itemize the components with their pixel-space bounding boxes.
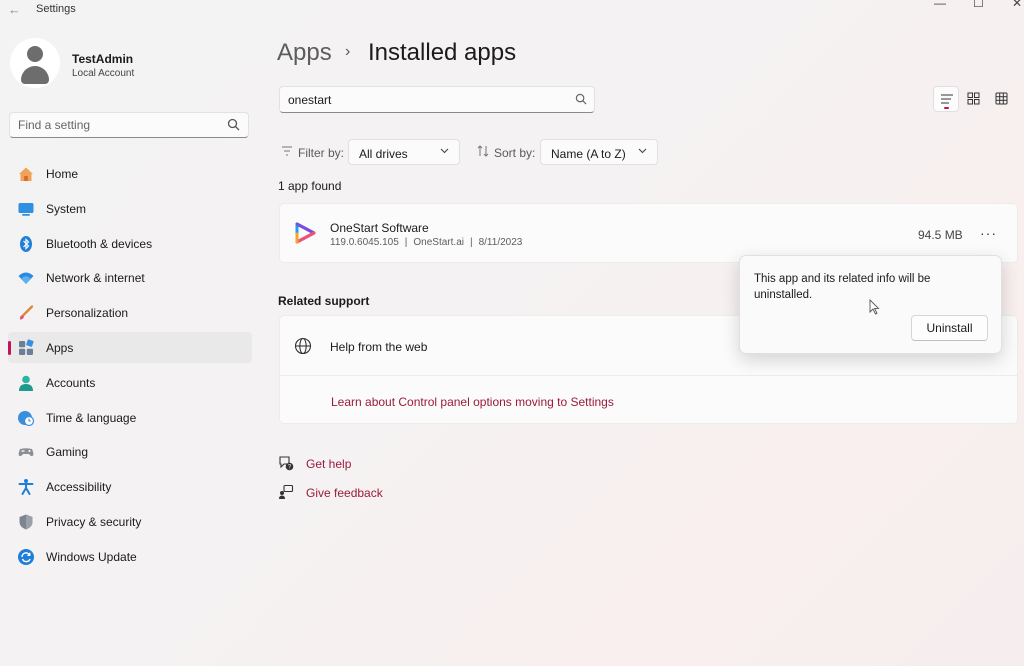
more-options-button[interactable]: ··· (980, 225, 997, 241)
app-name: OneStart Software (330, 221, 429, 235)
related-support-heading: Related support (278, 294, 370, 308)
breadcrumb-apps[interactable]: Apps (277, 39, 332, 67)
sidebar-item-label: Bluetooth & devices (46, 236, 153, 251)
sidebar-item-label: Apps (46, 340, 74, 355)
system-icon (18, 202, 34, 216)
sidebar-item-label: Gaming (46, 445, 89, 460)
app-search-box[interactable] (279, 86, 595, 113)
find-setting-box[interactable] (9, 112, 249, 138)
chevron-down-icon (440, 148, 449, 154)
grid-view-icon (967, 92, 980, 105)
maximize-button[interactable]: ☐ (973, 0, 984, 10)
filter-value: All drives (359, 147, 408, 161)
uninstall-button[interactable]: Uninstall (911, 315, 988, 341)
app-size: 94.5 MB (918, 228, 963, 242)
get-help-icon: ? (279, 456, 294, 471)
sidebar-item-accounts[interactable]: Accounts (8, 367, 252, 398)
sort-value: Name (A to Z) (551, 147, 626, 161)
avatar-head (27, 46, 43, 62)
gamepad-icon (18, 448, 34, 457)
app-search-input[interactable] (280, 87, 576, 112)
sidebar-item-label: Network & internet (46, 271, 145, 286)
uninstall-message: This app and its related info will be un… (754, 273, 931, 301)
meta-separator: | (404, 237, 408, 248)
apps-icon (19, 339, 34, 355)
close-button[interactable]: ✕ (1012, 0, 1022, 10)
sidebar-item-label: Accounts (46, 375, 96, 390)
mouse-pointer-icon (869, 299, 880, 315)
onestart-logo-icon (295, 222, 316, 244)
sort-dropdown[interactable]: Name (A to Z) (540, 139, 658, 165)
avatar[interactable] (10, 38, 60, 88)
sidebar-item-home[interactable]: Home (8, 158, 252, 189)
sidebar-item-network[interactable]: Network & internet (8, 262, 252, 293)
results-count: 1 app found (278, 179, 342, 193)
filter-icon (282, 146, 292, 156)
back-arrow-icon[interactable]: ← (8, 2, 21, 17)
grid-view-button[interactable] (961, 86, 987, 112)
page-title: Installed apps (368, 39, 517, 66)
app-meta: 119.0.6045.105 | OneStart.ai | 8/11/2023 (330, 237, 522, 248)
app-list-item: OneStart Software 119.0.6045.105 | OneStar… (279, 203, 1018, 263)
accounts-icon (19, 375, 33, 391)
filter-label: Filter by: (298, 146, 345, 160)
app-install-date: 8/11/2023 (478, 237, 523, 248)
app-version: 119.0.6045.105 (330, 237, 399, 248)
search-icon[interactable] (227, 118, 240, 131)
sidebar-item-windows-update[interactable]: Windows Update (8, 541, 252, 572)
home-icon (19, 167, 33, 181)
globe-icon (294, 337, 312, 355)
sidebar-item-label: System (46, 201, 87, 216)
accessibility-icon (18, 479, 34, 496)
sidebar-item-time-language[interactable]: Time & language (8, 402, 252, 433)
tile-view-icon (995, 92, 1008, 105)
find-setting-input[interactable] (10, 113, 236, 137)
breadcrumb-chevron-icon: › (345, 43, 351, 60)
active-indicator (8, 340, 11, 355)
selected-view-indicator (944, 107, 949, 109)
sidebar-item-label: Privacy & security (46, 514, 142, 529)
brush-icon (19, 305, 34, 320)
sidebar-nav: Home System Bluetooth & devices Network … (8, 158, 252, 576)
window-title: Settings (36, 3, 76, 15)
shield-icon (19, 514, 33, 530)
sidebar-item-apps[interactable]: Apps (8, 331, 252, 363)
get-help-link[interactable]: Get help (306, 457, 351, 471)
tile-view-button[interactable] (989, 86, 1015, 112)
filter-dropdown[interactable]: All drives (348, 139, 460, 165)
sidebar-item-accessibility[interactable]: Accessibility (8, 471, 252, 502)
list-view-icon (941, 94, 953, 104)
app-publisher: OneStart.ai (413, 237, 464, 248)
minimize-button[interactable]: — (934, 0, 946, 10)
search-icon[interactable] (575, 93, 587, 105)
sidebar-item-personalization[interactable]: Personalization (8, 297, 252, 328)
wifi-icon (18, 272, 34, 285)
control-panel-link[interactable]: Learn about Control panel options moving… (331, 395, 614, 409)
title-bar: ← Settings — ☐ ✕ (0, 0, 1024, 20)
sidebar-item-system[interactable]: System (8, 193, 252, 224)
give-feedback-link[interactable]: Give feedback (306, 486, 383, 500)
avatar-body (21, 66, 49, 84)
sidebar-item-label: Home (46, 167, 79, 181)
sort-label: Sort by: (494, 146, 536, 160)
sidebar-item-gaming[interactable]: Gaming (8, 436, 252, 467)
give-feedback-icon (279, 484, 294, 499)
meta-separator: | (469, 237, 473, 248)
sidebar-item-label: Personalization (46, 306, 129, 321)
sidebar-item-label: Accessibility (46, 480, 112, 495)
clock-globe-icon (18, 410, 35, 426)
update-icon (18, 548, 34, 565)
list-view-button[interactable] (933, 86, 959, 112)
account-type: Local Account (72, 68, 135, 79)
bluetooth-icon (20, 235, 32, 252)
sidebar-item-bluetooth[interactable]: Bluetooth & devices (8, 228, 252, 259)
chevron-down-icon (638, 148, 647, 154)
sidebar-item-privacy[interactable]: Privacy & security (8, 506, 252, 537)
account-name: TestAdmin (72, 52, 134, 66)
sort-icon (477, 145, 489, 157)
sidebar-item-label: Windows Update (46, 549, 137, 564)
help-from-web-label: Help from the web (330, 340, 428, 354)
sidebar-item-label: Time & language (46, 410, 137, 425)
